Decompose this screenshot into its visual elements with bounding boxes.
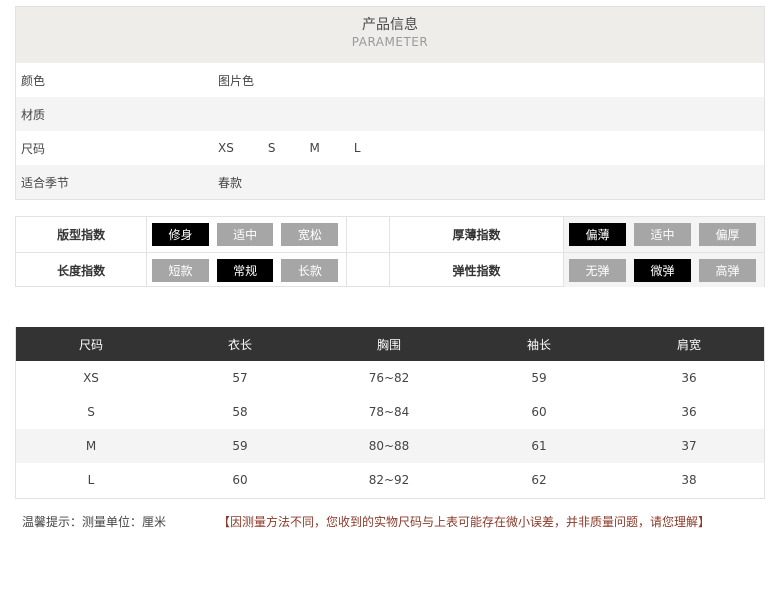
table-cell: S [87,405,95,419]
table-cell: 57 [232,371,248,385]
info-value: 春款 [218,174,276,191]
column-header: 袖长 [526,337,551,352]
size-value: S [267,141,276,155]
elasticity-index-options: 无弹 微弹 高弹 [563,253,764,287]
info-row-size: 尺码 XS S M L [16,131,764,165]
index-gap [347,217,389,252]
fit-option-chip: 适中 [216,223,274,246]
table-row: XS 57 76~82 59 36 [16,361,764,395]
size-value: XS [218,141,234,155]
table-row: L 60 82~92 62 38 [16,463,764,497]
table-cell: XS [83,371,99,385]
length-option-chip: 常规 [216,258,274,282]
thickness-index-options: 偏薄 适中 偏厚 [563,217,764,252]
table-cell: 58 [232,405,248,419]
info-value: XS S M L [218,141,395,155]
size-value: M [309,141,320,155]
elasticity-index-label: 弹性指数 [389,253,563,287]
length-option-chip: 短款 [152,258,209,282]
table-cell: 76~82 [368,371,410,385]
table-cell: 61 [531,439,547,453]
product-info-header: 产品信息 PARAMETER [16,7,764,63]
index-gap [347,253,389,287]
info-label: 材质 [21,107,46,122]
measurement-unit-note: 温馨提示：测量单位：厘米 [22,514,167,529]
size-table: 尺码 衣长 胸围 袖长 肩宽 XS 57 76~82 59 36 S 58 78… [15,327,765,499]
column-header: 肩宽 [676,337,701,352]
column-header: 衣长 [227,337,252,352]
table-cell: 59 [232,439,248,453]
info-row-color: 颜色 图片色 [16,63,764,97]
info-label: 适合季节 [21,175,70,190]
column-header: 胸围 [376,337,401,352]
size-table-header: 尺码 衣长 胸围 袖长 肩宽 [16,327,764,361]
table-cell: 62 [531,473,547,487]
table-cell: 36 [681,371,697,385]
fit-index-label: 版型指数 [57,228,106,242]
table-cell: 82~92 [368,473,410,487]
thickness-index-label: 厚薄指数 [389,217,563,252]
table-cell: 60 [232,473,248,487]
table-row: M 59 80~88 61 37 [16,429,764,463]
table-cell: 38 [681,473,697,487]
table-cell: 80~88 [368,439,410,453]
fit-index-grid: 版型指数 修身 适中 宽松 厚薄指数 偏薄 适中 偏厚 长度指数 短款 常规 长… [15,216,765,287]
info-value: 图片色 [218,72,288,89]
size-value: L [353,141,361,155]
column-header: 尺码 [78,337,103,352]
table-cell: 59 [531,371,547,385]
elasticity-option-chip: 无弹 [569,258,626,282]
index-row: 长度指数 短款 常规 长款 弹性指数 无弹 微弹 高弹 [16,252,764,287]
length-option-chip: 长款 [281,258,339,282]
table-cell: L [87,473,95,487]
elasticity-option-chip: 微弹 [634,258,691,282]
info-row-material: 材质 [16,97,764,131]
table-cell: 60 [531,405,547,419]
thickness-option-chip: 适中 [634,223,691,246]
fit-index-options: 修身 适中 宽松 [146,217,348,252]
length-index-label: 长度指数 [57,263,106,278]
color-value: 图片色 [218,73,255,88]
length-index-options: 短款 常规 长款 [146,253,348,287]
fit-option-chip: 修身 [152,223,209,246]
product-info-title: 产品信息 [362,17,418,33]
info-label: 尺码 [21,141,46,156]
product-info-panel: 产品信息 PARAMETER 颜色 图片色 材质 尺码 XS S M L 适合季… [15,6,765,200]
table-cell: 78~84 [368,405,410,419]
table-cell: 37 [681,439,697,453]
thickness-option-chip: 偏厚 [699,223,756,246]
info-label: 颜色 [21,73,46,88]
season-value: 春款 [218,175,243,190]
index-row: 版型指数 修身 适中 宽松 厚薄指数 偏薄 适中 偏厚 [16,217,764,252]
info-row-season: 适合季节 春款 [16,165,764,199]
table-cell: 36 [681,405,697,419]
fit-option-chip: 宽松 [281,223,339,246]
measurement-disclaimer: 【因测量方法不同，您收到的实物尺码与上表可能存在微小误差，并非质量问题，请您理解… [218,514,711,529]
measurement-note: 温馨提示：测量单位：厘米 【因测量方法不同，您收到的实物尺码与上表可能存在微小误… [22,512,762,530]
table-row: S 58 78~84 60 36 [16,395,764,429]
thickness-option-chip: 偏薄 [569,223,626,246]
table-cell: M [85,439,97,453]
elasticity-option-chip: 高弹 [699,258,756,282]
product-info-subtitle: PARAMETER [351,35,429,49]
